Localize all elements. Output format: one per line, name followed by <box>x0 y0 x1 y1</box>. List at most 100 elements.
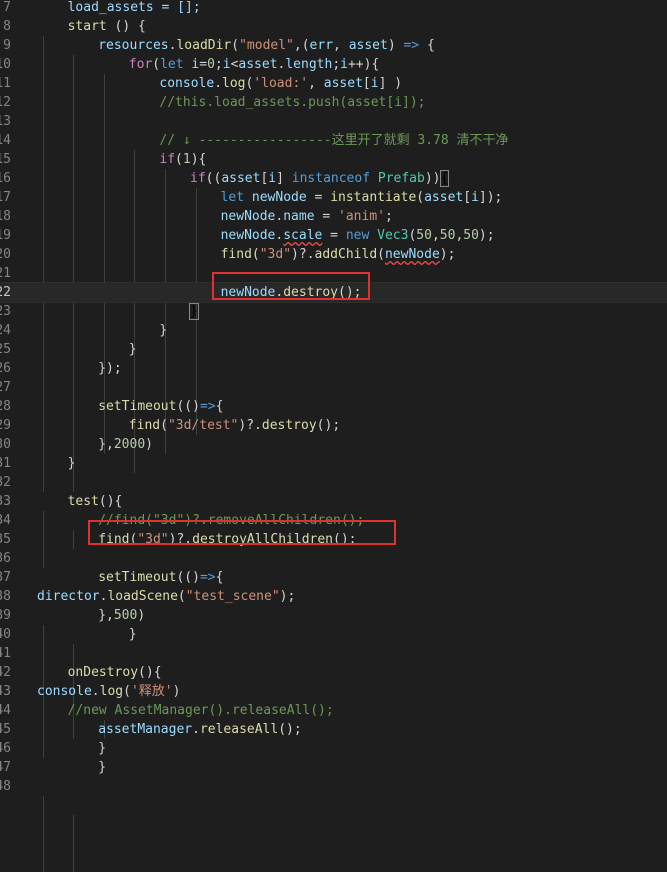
code-line[interactable]: 44 //new AssetManager().releaseAll(); <box>0 701 667 720</box>
code-line[interactable]: 37 setTimeout(()=>{ <box>0 568 667 587</box>
code-token: 'load:' <box>253 76 309 91</box>
line-code: for(let i=0;i<asset.length;i++){ <box>129 55 380 74</box>
code-line[interactable]: 32 <box>0 473 667 492</box>
code-token: [ <box>362 76 371 91</box>
code-token: releaseAll <box>199 722 279 737</box>
code-line[interactable]: 42 onDestroy(){ <box>0 663 667 682</box>
line-code: start () { <box>68 17 146 36</box>
code-line[interactable]: 41 <box>0 644 667 663</box>
code-line[interactable]: 33 test(){ <box>0 492 667 511</box>
code-line[interactable]: 19 newNode.scale = new Vec3(50,50,50); <box>0 226 667 245</box>
code-line[interactable]: 17 let newNode = instantiate(asset[i]); <box>0 188 667 207</box>
code-line[interactable]: 23} <box>0 302 667 321</box>
line-number: 10 <box>0 57 11 72</box>
code-token: ++){ <box>347 57 380 72</box>
code-token: )?. <box>238 418 262 433</box>
code-line[interactable]: 12 //this.load_assets.push(asset[i]); <box>0 93 667 112</box>
code-token: (( <box>205 171 222 186</box>
code-token: log <box>99 684 124 699</box>
code-line[interactable]: 43 console.log('释放') <box>0 682 667 701</box>
code-token: } <box>67 456 76 471</box>
code-line[interactable]: 36 <box>0 549 667 568</box>
line-number: 21 <box>0 266 11 281</box>
code-line[interactable]: 26}); <box>0 359 667 378</box>
code-token: = <box>199 57 208 72</box>
code-line[interactable]: 29 find("3d/test")?.destroy(); <box>0 416 667 435</box>
code-token: } <box>159 323 168 338</box>
code-line[interactable]: 11 console.log('load:', asset[i] ) <box>0 74 667 93</box>
line-number: 42 <box>0 665 11 680</box>
code-token: 50 <box>463 228 479 243</box>
code-token: destroy <box>261 418 317 433</box>
line-number: 19 <box>0 228 11 243</box>
code-line[interactable]: 15 if(1){ <box>0 150 667 169</box>
line-code: }); <box>98 359 121 378</box>
code-token: length <box>285 57 333 72</box>
code-line[interactable]: 28 setTimeout(()=>{ <box>0 397 667 416</box>
code-token: } <box>98 760 107 775</box>
code-line[interactable]: 14 // ↓ -----------------这里开了就剩 3.78 清不干净 <box>0 131 667 150</box>
line-number: 45 <box>0 722 11 737</box>
code-token: }); <box>98 361 122 376</box>
line-number: 30 <box>0 437 11 452</box>
code-line[interactable]: 31} <box>0 454 667 473</box>
code-line[interactable]: 10 for(let i=0;i<asset.length;i++){ <box>0 55 667 74</box>
indent-guide <box>73 815 74 872</box>
code-line[interactable]: 38 director.loadScene("test_scene"); <box>0 587 667 606</box>
code-token: ( <box>175 152 183 167</box>
code-line[interactable]: 46} <box>0 739 667 758</box>
code-line[interactable]: 48 <box>0 777 667 796</box>
line-code: setTimeout(()=>{ <box>98 397 223 416</box>
code-editor[interactable]: 7 load_assets = []; 8 start () {9 resources.… <box>0 0 667 872</box>
code-line[interactable]: 20find("3d")?.addChild(newNode); <box>0 245 667 264</box>
code-token: asset <box>323 76 363 91</box>
line-number: 34 <box>0 513 11 528</box>
code-line[interactable]: 8 start () { <box>0 17 667 36</box>
code-token: (); <box>278 722 302 737</box>
code-token: => <box>199 570 216 585</box>
code-token: ( <box>251 247 260 262</box>
code-token: scale <box>283 228 323 243</box>
indent-guide <box>43 796 44 872</box>
code-line[interactable]: 45 assetManager.releaseAll(); <box>0 720 667 739</box>
code-line[interactable]: 13 <box>0 112 667 131</box>
code-line[interactable]: 7 load_assets = []; <box>0 0 667 17</box>
code-token: = <box>322 228 346 243</box>
code-line[interactable]: 47} <box>0 758 667 777</box>
line-code: } <box>98 758 106 777</box>
code-line[interactable]: 25} <box>0 340 667 359</box>
code-token: if <box>190 171 206 186</box>
code-line[interactable]: 27 <box>0 378 667 397</box>
code-token: newNode <box>220 209 276 224</box>
code-token: Vec3 <box>377 228 409 243</box>
line-number: 48 <box>0 779 11 794</box>
code-token: "model" <box>239 38 294 53</box>
code-line[interactable]: 30},2000) <box>0 435 667 454</box>
code-token: load_assets = []; <box>67 0 201 15</box>
code-line[interactable]: 39},500) <box>0 606 667 625</box>
line-code: if((asset[i] instanceof Prefab)){ <box>190 169 450 188</box>
code-token: ,( <box>293 38 310 53</box>
code-line[interactable]: 24} <box>0 321 667 340</box>
code-token: { <box>215 399 224 414</box>
code-line[interactable]: 40} <box>0 625 667 644</box>
line-code: console.log('load:', asset[i] ) <box>159 74 402 93</box>
line-code: assetManager.releaseAll(); <box>98 720 302 739</box>
code-token: }, <box>98 437 114 452</box>
line-code: find("3d")?.addChild(newNode); <box>221 245 456 264</box>
code-token: setTimeout <box>98 570 177 585</box>
code-token: 0 <box>207 57 215 72</box>
code-token: newNode <box>220 228 276 243</box>
code-token: }, <box>98 608 114 623</box>
code-line[interactable]: 18 newNode.name = 'anim'; <box>0 207 667 226</box>
code-token: asset <box>348 38 388 53</box>
code-token: (() <box>176 570 200 585</box>
code-token: instantiate <box>330 190 417 205</box>
line-number: 41 <box>0 646 11 661</box>
line-number: 15 <box>0 152 11 167</box>
line-number: 37 <box>0 570 11 585</box>
code-line[interactable]: 9 resources.loadDir("model",(err, asset) … <box>0 36 667 55</box>
line-code: resources.loadDir("model",(err, asset) =… <box>98 36 435 55</box>
line-number: 33 <box>0 494 11 509</box>
code-line[interactable]: 16 if((asset[i] instanceof Prefab)){ <box>0 169 667 188</box>
